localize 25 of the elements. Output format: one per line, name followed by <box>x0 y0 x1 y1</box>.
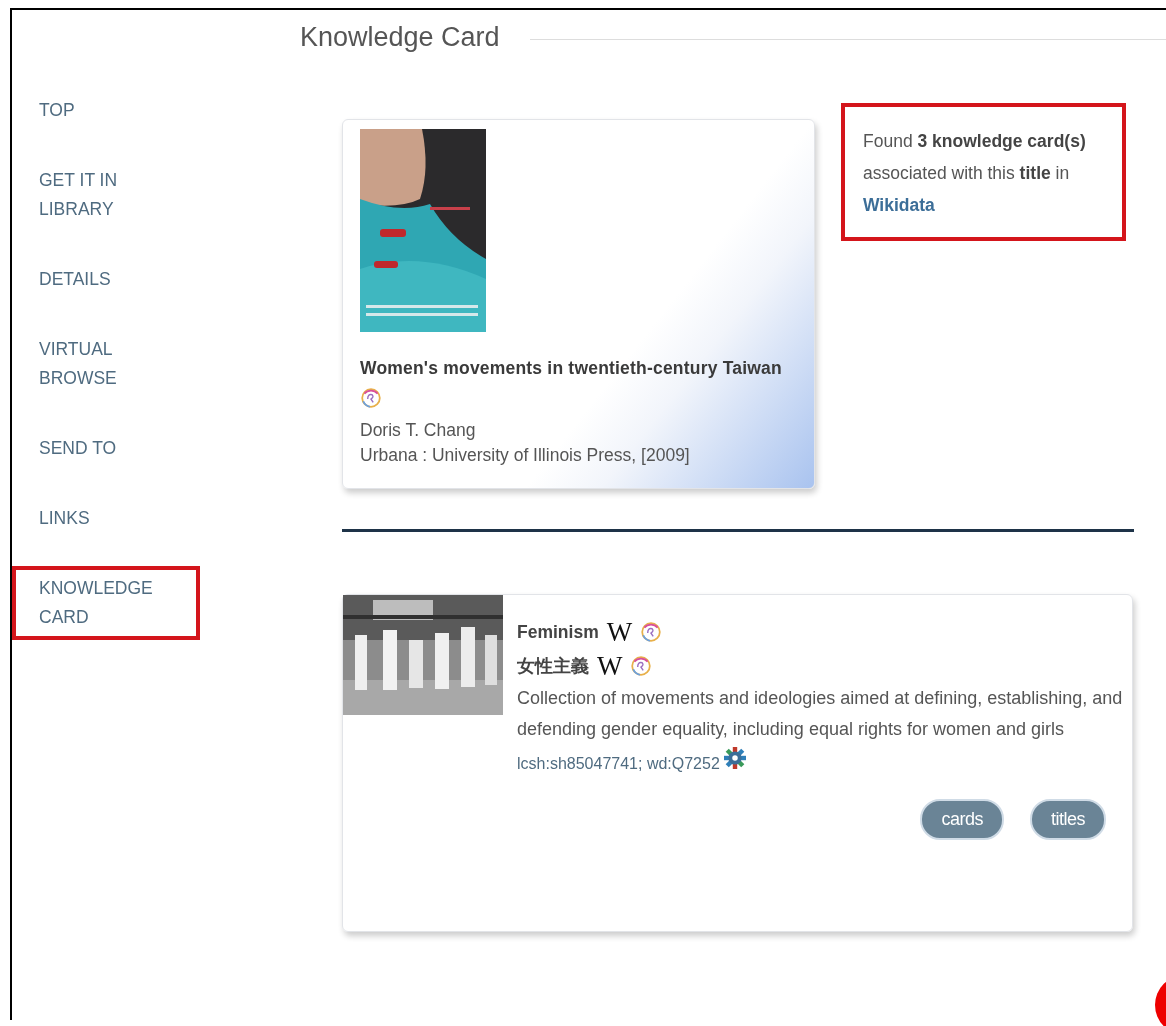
sidebar-link[interactable]: KNOWLEDGE CARD <box>12 566 200 640</box>
card-label: Feminism <box>517 621 599 643</box>
sidebar-link[interactable]: VIRTUAL BROWSE <box>12 327 193 401</box>
wikidata-ring-icon <box>640 621 663 643</box>
pill-button[interactable]: titles <box>1030 799 1106 840</box>
sidebar-link[interactable]: SEND TO <box>12 426 193 471</box>
identifier-link[interactable]: lcsh:sh85047741; wd:Q7252 <box>517 755 720 773</box>
sidebar-link[interactable]: GET IT IN LIBRARY <box>12 158 193 232</box>
author-name: Doris T. Chang <box>360 419 477 442</box>
wikipedia-link[interactable]: W <box>606 616 633 648</box>
gear-icon <box>723 747 746 769</box>
wikidata-ring-icon <box>630 655 653 677</box>
sidebar-link[interactable]: TOP <box>12 88 193 133</box>
wikidata-ring-icon <box>360 387 382 409</box>
publisher-info: Urbana : University of Illinois Press, [2009] <box>360 444 691 467</box>
book-title[interactable]: Women's movements in twentieth-century Taiwan <box>360 352 798 418</box>
card-description: Collection of movements and ideologies aimed at defining, establishing, and defending gender equality, including equal rights for women and girls <box>517 687 1124 741</box>
sidebar-link[interactable]: DETAILS <box>12 257 193 302</box>
pill-button[interactable]: cards <box>920 799 1004 840</box>
wikidata-link[interactable]: Wikidata <box>863 195 935 215</box>
section-heading: Knowledge Card <box>300 22 500 53</box>
found-note: Found 3 knowledge card(s) associated with this title in Wikidata <box>863 130 1087 217</box>
wikipedia-link[interactable]: W <box>597 650 623 682</box>
sidebar-link[interactable]: LINKS <box>12 496 193 541</box>
card-label: 女性主義 <box>517 655 589 678</box>
